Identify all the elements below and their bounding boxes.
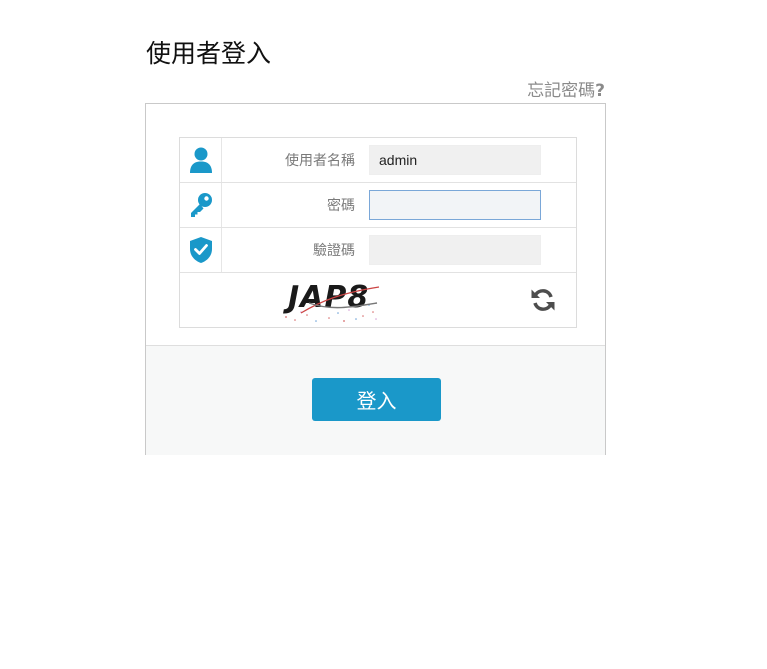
login-panel: 使用者名稱 密碼 [145,103,606,455]
username-input[interactable] [369,145,541,175]
user-icon [180,138,222,182]
forgot-password-link[interactable]: 忘記密碼? [527,76,605,101]
shield-check-icon [180,228,222,272]
username-label: 使用者名稱 [285,153,355,169]
username-row: 使用者名稱 [180,138,576,183]
forgot-password-mark: ? [595,81,605,101]
refresh-icon[interactable] [530,287,556,313]
captcha-text: JAP8 [283,280,369,315]
captcha-image-row: JAP8 [180,273,576,327]
login-form-area: 使用者名稱 密碼 [146,104,605,346]
captcha-input[interactable] [369,235,541,265]
key-icon [180,183,222,227]
login-footer: 登入 [146,346,605,455]
captcha-input-row: 驗證碼 [180,228,576,273]
login-button[interactable]: 登入 [312,378,441,421]
captcha-label: 驗證碼 [313,243,355,259]
password-label: 密碼 [327,198,355,214]
forgot-password-label: 忘記密碼 [527,81,596,101]
login-form-table: 使用者名稱 密碼 [179,137,577,328]
page-title: 使用者登入 [146,39,272,68]
password-row: 密碼 [180,183,576,228]
captcha-image[interactable]: JAP8 [281,277,381,323]
password-input[interactable] [369,190,541,220]
